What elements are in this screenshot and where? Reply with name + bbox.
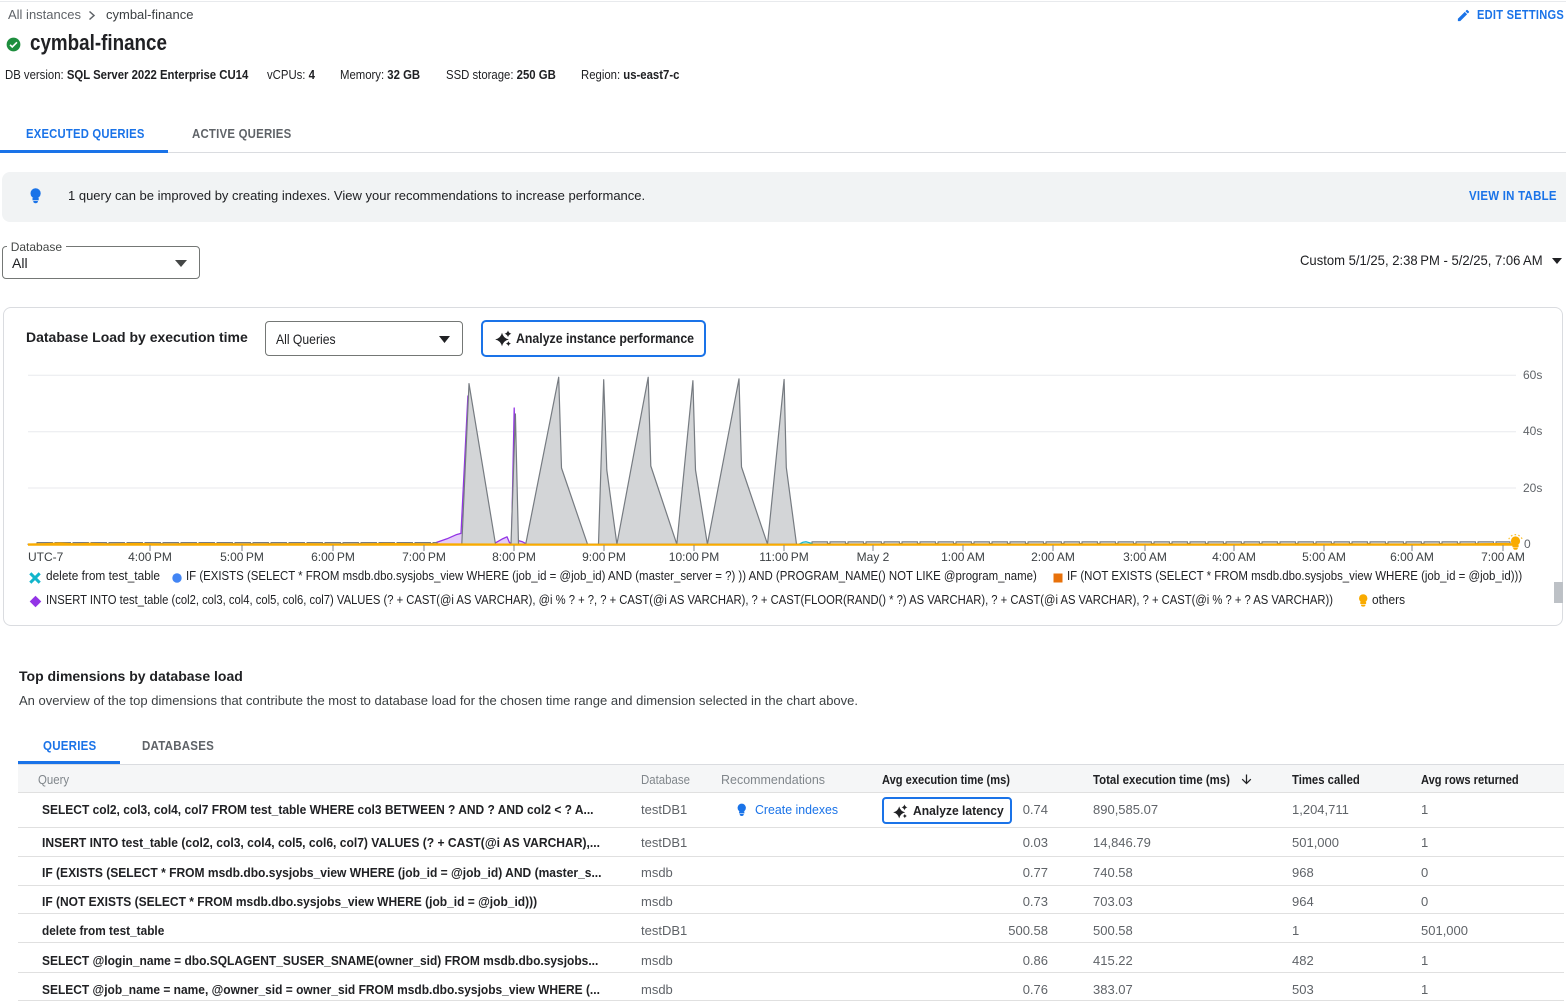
svg-text:8:00 PM: 8:00 PM <box>492 550 536 564</box>
svg-text:6:00 PM: 6:00 PM <box>311 550 355 564</box>
svg-text:40s: 40s <box>1523 424 1542 438</box>
svg-text:60s: 60s <box>1523 368 1542 382</box>
svg-text:UTC-7: UTC-7 <box>28 550 64 564</box>
svg-text:0: 0 <box>1524 537 1531 551</box>
svg-text:5:00 AM: 5:00 AM <box>1302 550 1346 564</box>
svg-text:11:00 PM: 11:00 PM <box>759 550 809 564</box>
svg-text:7:00 AM: 7:00 AM <box>1481 550 1525 564</box>
svg-text:4:00 PM: 4:00 PM <box>128 550 172 564</box>
svg-text:May 2: May 2 <box>857 550 890 564</box>
svg-text:7:00 PM: 7:00 PM <box>402 550 446 564</box>
svg-text:9:00 PM: 9:00 PM <box>582 550 626 564</box>
svg-text:1:00 AM: 1:00 AM <box>941 550 985 564</box>
svg-text:20s: 20s <box>1523 481 1542 495</box>
svg-text:6:00 AM: 6:00 AM <box>1390 550 1434 564</box>
svg-text:10:00 PM: 10:00 PM <box>669 550 719 564</box>
svg-text:4:00 AM: 4:00 AM <box>1212 550 1256 564</box>
svg-text:3:00 AM: 3:00 AM <box>1123 550 1167 564</box>
svg-text:2:00 AM: 2:00 AM <box>1031 550 1075 564</box>
svg-text:5:00 PM: 5:00 PM <box>220 550 264 564</box>
